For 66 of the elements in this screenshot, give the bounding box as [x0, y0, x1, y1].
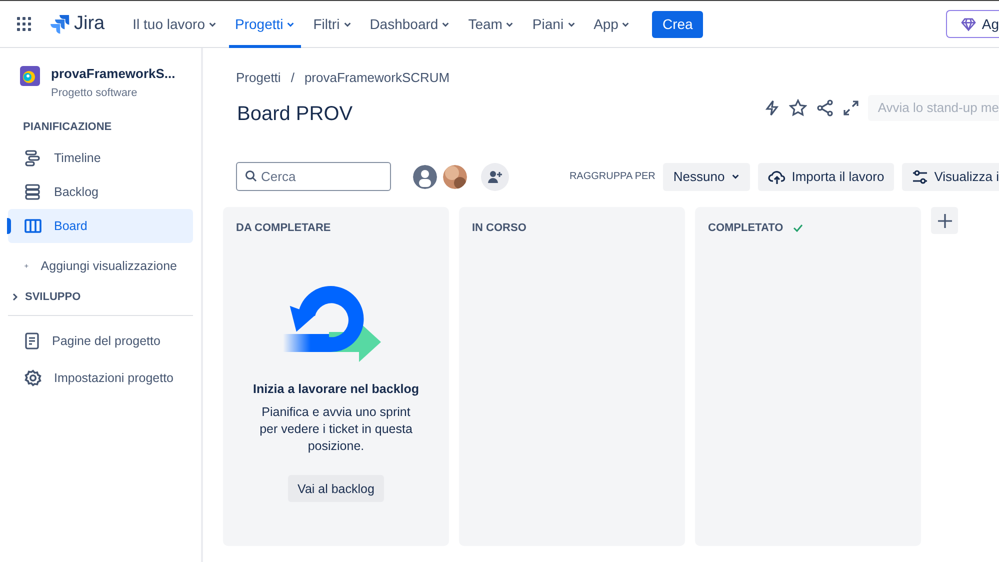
chevron-down-icon: [286, 20, 296, 28]
settings-icon: [24, 368, 42, 386]
sidebar-item[interactable]: Impostazioni progetto: [8, 359, 193, 396]
nav-menu-item[interactable]: Il tuo lavoro: [126, 0, 223, 48]
product-name: Jira: [74, 13, 105, 35]
add-people-button[interactable]: [481, 162, 509, 190]
column-title: COMPLETATO: [708, 222, 784, 234]
breadcrumb-link[interactable]: provaFrameworkSCRUM: [304, 70, 450, 85]
user-avatar[interactable]: [441, 162, 469, 190]
chevron-down-icon: [441, 20, 450, 28]
empty-state-text: Pianifica e avvia uno sprint per vedere i ticket in questa posizione.: [258, 404, 414, 455]
page-icon: [24, 332, 40, 350]
column-title: DA COMPLETARE: [236, 222, 331, 234]
project-type: Progetto software: [51, 87, 138, 99]
sidebar-item[interactable]: Board: [8, 209, 193, 243]
nav-menu-item[interactable]: Filtri: [307, 0, 358, 48]
lightning-icon[interactable]: [764, 100, 780, 116]
app-grid-icon[interactable]: [16, 16, 32, 32]
backlog-button[interactable]: Vai al backlog: [288, 475, 384, 502]
cloud-upload-icon: [768, 168, 786, 184]
column-title: IN CORSO: [472, 222, 526, 234]
chevron-down-icon: [730, 172, 740, 181]
project-name: provaFrameworkS...: [51, 66, 176, 81]
jira-logo-icon[interactable]: [50, 14, 70, 34]
sidebar-item[interactable]: Pagine del progetto: [8, 322, 193, 359]
sidebar-item[interactable]: Backlog: [8, 175, 193, 209]
search-field[interactable]: Cerca: [236, 162, 391, 191]
sidebar-section-toggle[interactable]: SVILUPPO: [8, 283, 193, 316]
user-avatar[interactable]: [411, 162, 439, 190]
add-column-button[interactable]: [931, 207, 958, 234]
expand-icon[interactable]: [842, 100, 859, 116]
view-settings-button[interactable]: Visualizza i: [902, 162, 999, 190]
nav-menu-item[interactable]: App: [588, 0, 636, 48]
chevron-down-icon: [505, 20, 514, 28]
sidebar-item[interactable]: Timeline: [8, 141, 193, 175]
board-columns-icon: [24, 218, 42, 234]
nav-menu-item[interactable]: Dashboard: [364, 0, 456, 48]
sliders-icon: [912, 170, 928, 184]
diamond-icon: [960, 18, 976, 30]
import-button[interactable]: Importa il lavoro: [758, 162, 894, 190]
group-by-dropdown[interactable]: Nessuno: [663, 162, 750, 190]
nav-menu-item[interactable]: Piani: [526, 0, 582, 48]
chevron-down-icon: [342, 20, 352, 28]
chevron-down-icon: [208, 20, 217, 28]
timeline-icon: [24, 149, 42, 167]
section-heading: PIANIFICAZIONE: [22, 121, 113, 135]
search-icon: [245, 170, 257, 182]
share-icon[interactable]: [816, 98, 834, 116]
breadcrumb-link[interactable]: Progetti: [236, 70, 281, 85]
backlog-icon: [24, 183, 42, 201]
empty-state-heading: Inizia a lavorare nel backlog: [252, 382, 420, 396]
chevron-down-icon: [566, 20, 576, 28]
board-title: Board PROV: [237, 103, 353, 126]
add-view-item[interactable]: Aggiungi visualizzazione: [8, 249, 193, 283]
chevron-icon: [11, 293, 19, 301]
plus-icon: [936, 212, 952, 228]
star-icon[interactable]: [788, 98, 807, 116]
add-person-icon: [487, 168, 503, 184]
upgrade-button[interactable]: Ag: [946, 10, 999, 38]
nav-menu-item[interactable]: Team: [462, 0, 520, 48]
nav-menu-item[interactable]: Progetti: [229, 0, 302, 48]
breadcrumb-separator: /: [290, 70, 294, 85]
create-button[interactable]: Crea: [652, 10, 703, 38]
project-avatar-icon: [20, 66, 40, 86]
group-by-label: RAGGRUPPA PER: [569, 171, 656, 182]
chevron-down-icon: [621, 20, 630, 28]
